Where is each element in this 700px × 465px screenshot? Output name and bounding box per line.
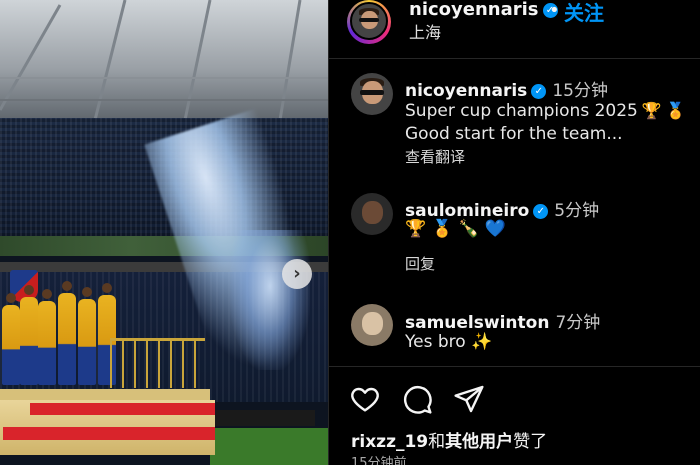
comment-time: 7分钟 (555, 313, 601, 333)
caption-avatar[interactable] (351, 73, 393, 115)
caption-line-2: Good start for the team... (405, 124, 623, 144)
caption-line-1: Super cup champions 2025 🏆 🏅 (405, 101, 686, 121)
verified-icon: ✓ (531, 84, 547, 99)
confetti-smoke-lower (230, 230, 310, 370)
comment-text: Yes bro ✨ (405, 332, 493, 352)
podium-rail (110, 338, 205, 388)
ad-board (215, 410, 315, 426)
podium-stripe (30, 403, 215, 415)
comment-icon[interactable] (401, 383, 433, 415)
comment-time: 5分钟 (554, 201, 600, 221)
author-username[interactable]: nicoyennaris ✓ (409, 0, 558, 20)
separator-dot: • (549, 0, 560, 21)
podium-stripe-lower (3, 427, 215, 440)
roof-structure (0, 0, 328, 121)
post-location[interactable]: 上海 (409, 19, 441, 43)
comment-avatar[interactable] (351, 193, 393, 235)
likes-summary[interactable]: rixzz_19和其他用户赞了 (351, 427, 547, 452)
author-avatar[interactable] (350, 2, 388, 40)
heart-icon[interactable] (349, 383, 381, 415)
next-photo-button[interactable]: › (282, 259, 312, 289)
post-side-panel: nicoyennaris ✓ • 关注 上海 nicoyennaris ✓ 15分钟 … (328, 0, 700, 465)
trophy-emoji: 🏆 (641, 101, 662, 120)
post-photo[interactable]: › (0, 0, 328, 465)
follow-button[interactable]: 关注 (564, 0, 604, 26)
verified-icon: ✓ (533, 204, 549, 219)
caption-time: 15分钟 (552, 81, 608, 101)
comment-avatar[interactable] (351, 304, 393, 346)
send-icon[interactable] (453, 383, 485, 415)
comment-username[interactable]: samuelswinton 7分钟 (405, 308, 600, 333)
pitch-grass (210, 428, 328, 465)
reply-button[interactable]: 回复 (405, 253, 435, 274)
actions-divider (329, 366, 700, 367)
caption-username[interactable]: nicoyennaris ✓ 15分钟 (405, 76, 608, 101)
comment-text: 🏆 🏅 🍾 💙 (405, 219, 506, 239)
medal-emoji: 🏅 (665, 101, 686, 120)
post-timestamp: 15分钟前 (351, 456, 407, 465)
comment-username[interactable]: saulomineiro ✓ 5分钟 (405, 196, 599, 221)
see-translation-link[interactable]: 查看翻译 (405, 146, 465, 167)
header-divider (329, 58, 700, 59)
post-actions (349, 383, 549, 417)
